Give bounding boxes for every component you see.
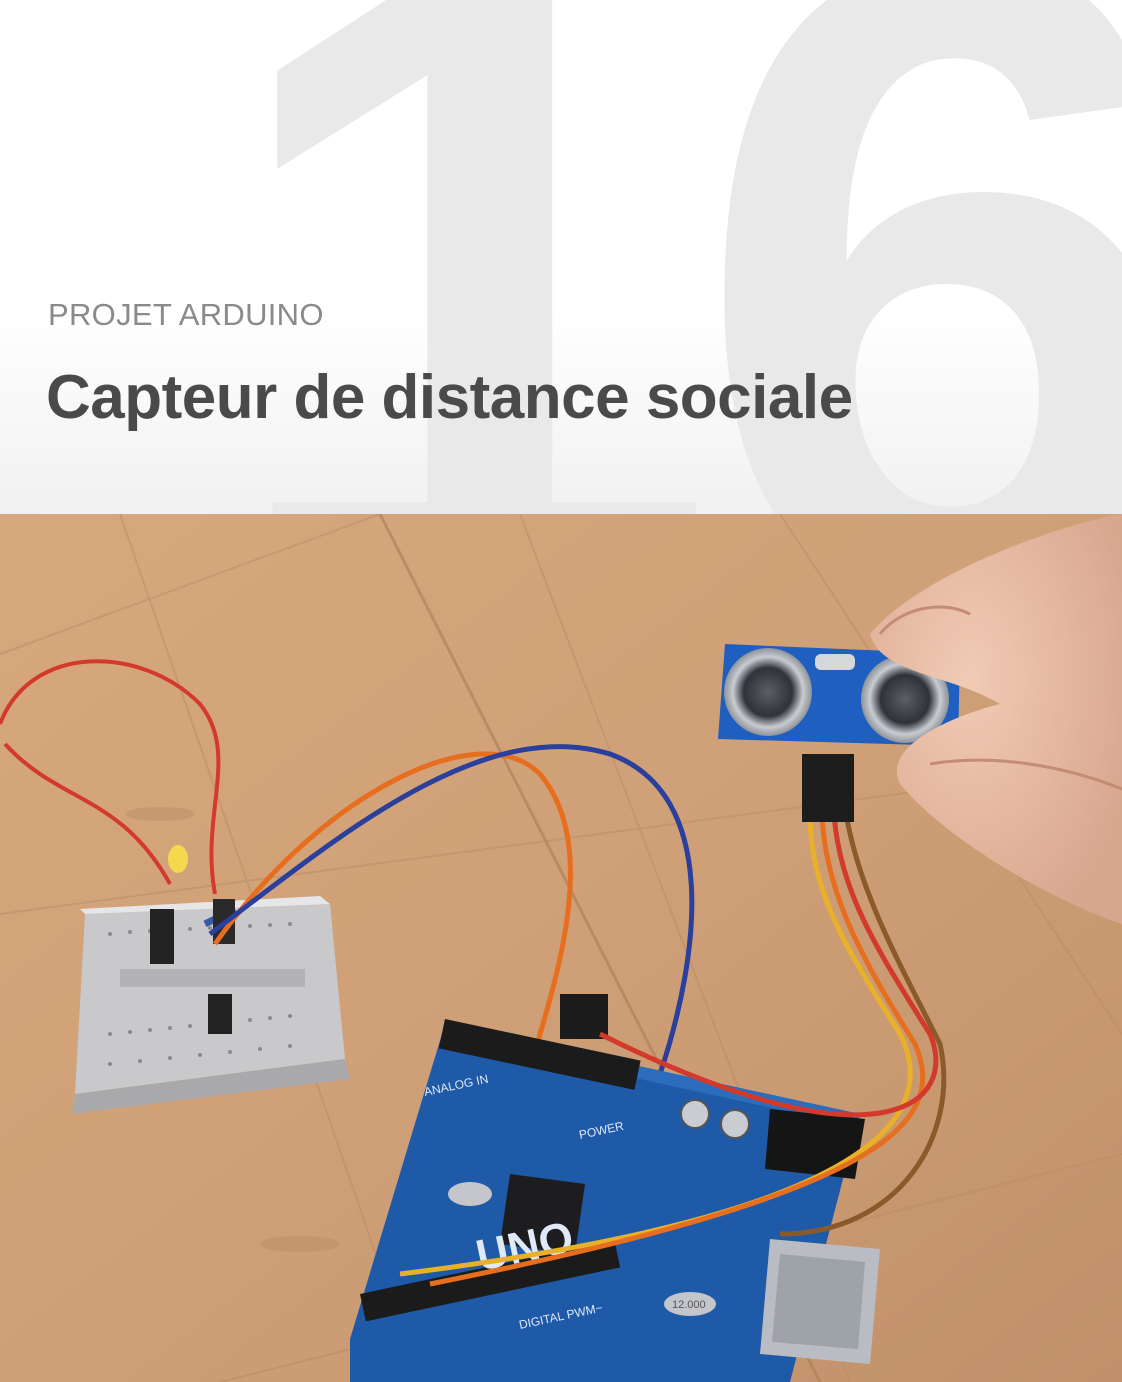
page-header: 16 PROJET ARDUINO Capteur de distance so… <box>0 0 1122 514</box>
page-title: Capteur de distance sociale <box>46 363 853 432</box>
project-category: PROJET ARDUINO <box>48 297 324 332</box>
project-number-watermark: 16 <box>215 0 1122 514</box>
crystal-label: 12.000 <box>672 1299 706 1311</box>
project-photo: UNO POWER ANALOG IN DIGITAL PWM~ 12.000 <box>0 514 1122 1382</box>
